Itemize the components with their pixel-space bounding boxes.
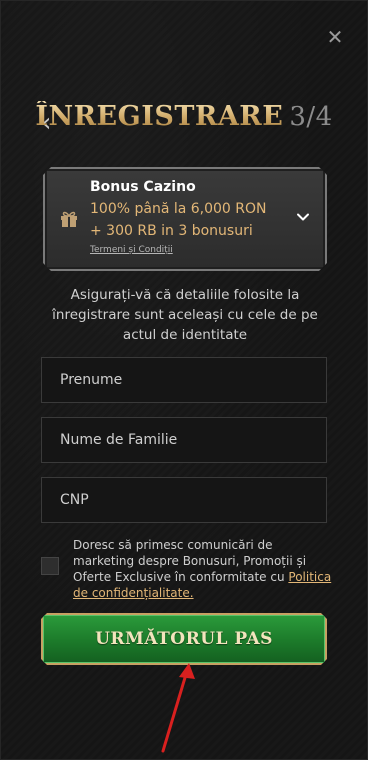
next-step-button[interactable]: URMĂTORUL PAS: [41, 613, 327, 665]
title-text: ÎNREGISTRARE: [35, 101, 284, 132]
first-name-input[interactable]: [60, 358, 326, 402]
bonus-offer-line1: 100% până la 6,000 RON: [90, 201, 267, 217]
bonus-title: Bonus Cazino: [90, 179, 196, 195]
page-title: ÎNREGISTRARE 3/4: [1, 101, 367, 132]
marketing-consent-text: Doresc să primesc comunicări de marketin…: [73, 537, 333, 601]
close-icon[interactable]: ✕: [325, 27, 345, 47]
last-name-field[interactable]: [41, 417, 327, 463]
first-name-field[interactable]: [41, 357, 327, 403]
bonus-selector[interactable]: Bonus Cazino 100% până la 6,000 RON + 30…: [43, 167, 327, 271]
step-indicator: 3/4: [289, 102, 333, 132]
red-arrow-icon: [161, 663, 195, 753]
terms-link[interactable]: Termeni și Condiții: [90, 245, 173, 255]
identity-info-text: Asigurați-vă că detaliile folosite la în…: [52, 287, 318, 343]
cnp-field[interactable]: [41, 477, 327, 523]
chevron-down-icon[interactable]: [295, 209, 311, 225]
last-name-input[interactable]: [60, 418, 326, 462]
gift-icon: [59, 209, 79, 229]
registration-modal: ✕ ‹ ÎNREGISTRARE3/4 Bonus Cazino 100% pâ…: [0, 0, 368, 760]
cnp-input[interactable]: [60, 478, 326, 522]
marketing-consent-checkbox[interactable]: [41, 557, 59, 575]
consent-label: Doresc să primesc comunicări de marketin…: [73, 538, 307, 584]
bonus-offer-line2: + 300 RB in 3 bonusuri: [90, 223, 253, 239]
